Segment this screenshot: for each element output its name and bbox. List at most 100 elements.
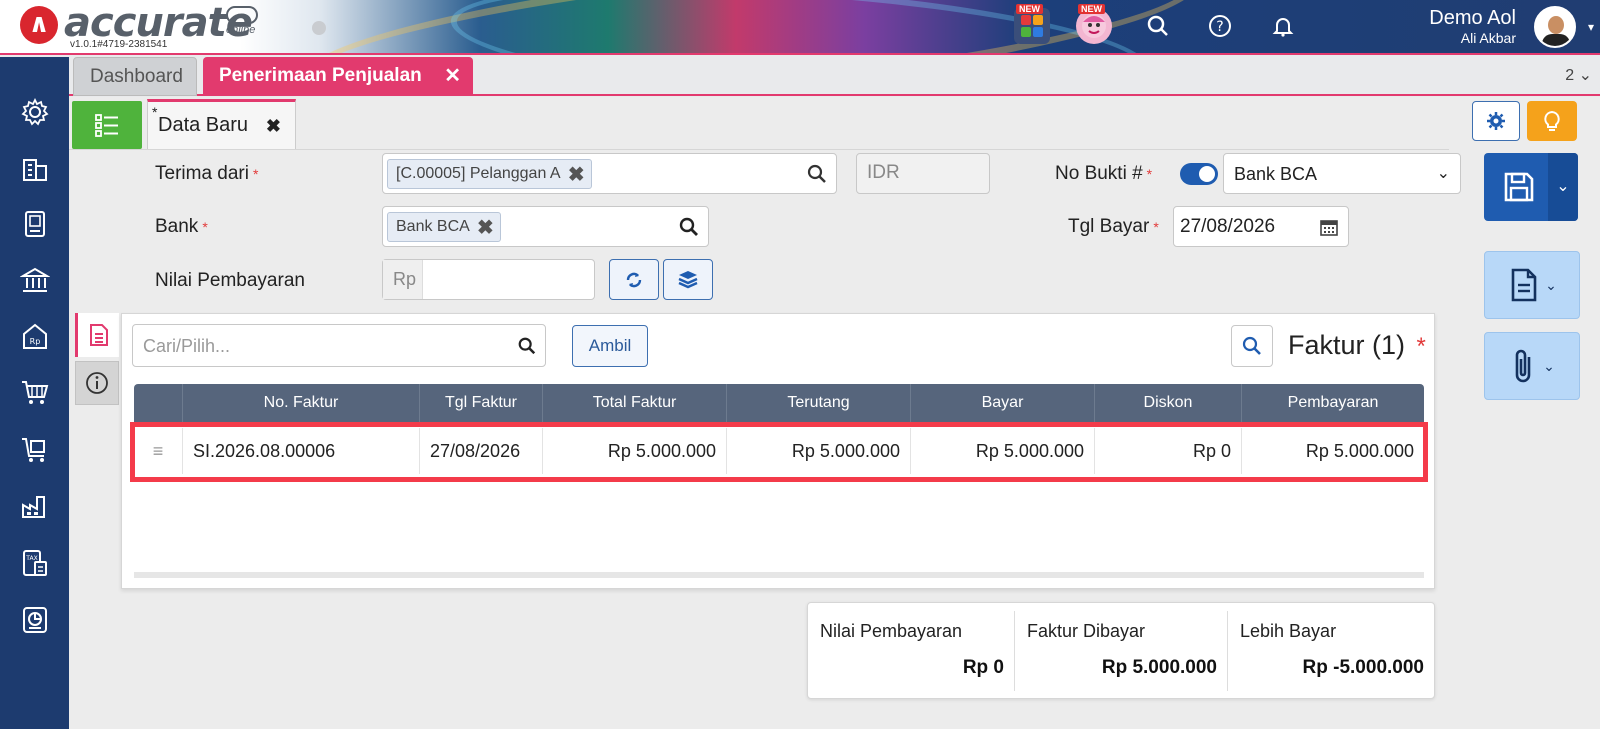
payment-summary: Nilai Pembayaran Rp 0 Faktur Dibayar Rp …	[807, 602, 1435, 699]
refresh-icon	[626, 272, 642, 287]
summary-faktur: Faktur Dibayar Rp 5.000.000	[1015, 611, 1228, 691]
info-tab[interactable]	[75, 361, 119, 405]
logo-sub: online	[226, 24, 256, 36]
column-header[interactable]: Bayar	[911, 384, 1095, 422]
nilai-pembayaran-label: Nilai Pembayaran	[155, 270, 305, 291]
customer-field[interactable]: [C.00005] Pelanggan A ✖	[382, 153, 837, 194]
column-header[interactable]: Tgl Faktur	[420, 384, 543, 422]
column-header[interactable]: Pembayaran	[1242, 384, 1424, 422]
attachment-button[interactable]: ⌄	[1484, 332, 1580, 400]
terima-dari-label: Terima dari *	[155, 163, 259, 184]
summary-nilai: Nilai Pembayaran Rp 0	[808, 611, 1015, 691]
refresh-button[interactable]	[609, 259, 659, 300]
subtab-label: Data Baru	[158, 114, 249, 136]
new-badge: NEW	[1016, 4, 1043, 14]
list-view-button[interactable]	[72, 101, 142, 149]
column-header[interactable]: Total Faktur	[543, 384, 727, 422]
customer-value: [C.00005] Pelanggan A	[396, 165, 561, 182]
inventory-cart-icon[interactable]	[18, 432, 52, 466]
chevron-down-icon: ⌄	[1545, 276, 1557, 293]
search-icon[interactable]	[517, 336, 537, 356]
subtab-data-baru[interactable]: * Data Baru ✖	[147, 99, 296, 149]
bank-value: Bank BCA	[396, 218, 470, 235]
mascot-icon[interactable]: NEW	[1076, 4, 1112, 44]
nilai-pembayaran-field[interactable]: Rp	[382, 259, 595, 300]
ambil-button[interactable]: Ambil	[572, 325, 648, 367]
column-header[interactable]: No. Faktur	[183, 384, 420, 422]
factory-icon[interactable]	[18, 489, 52, 523]
tgl-bayar-field[interactable]: 27/08/2026	[1173, 206, 1349, 247]
bell-icon[interactable]	[1265, 8, 1301, 44]
avatar[interactable]	[1534, 6, 1576, 48]
bank-chip: Bank BCA ✖	[387, 212, 501, 242]
document-list-icon	[89, 324, 108, 346]
lightbulb-icon	[1544, 110, 1560, 131]
column-header[interactable]: Terutang	[727, 384, 911, 422]
remove-chip-icon[interactable]: ✖	[477, 215, 494, 240]
layers-button[interactable]	[663, 259, 713, 300]
sidebar: Rp TAX	[0, 57, 69, 729]
search-icon[interactable]	[1140, 8, 1176, 44]
bank-field[interactable]: Bank BCA ✖	[382, 206, 709, 247]
summary-faktur-label: Faktur Dibayar	[1027, 621, 1146, 641]
purchase-cart-icon[interactable]	[18, 375, 52, 409]
tax-icon[interactable]: TAX	[18, 546, 52, 580]
close-icon[interactable]: ✕	[444, 57, 461, 95]
faktur-panel: Cari/Pilih... Ambil Faktur (1) * No. Fak…	[121, 313, 1435, 589]
status-dot	[312, 21, 326, 35]
auto-number-toggle[interactable]	[1180, 163, 1218, 185]
remove-chip-icon[interactable]: ✖	[568, 162, 585, 187]
column-header[interactable]: Diskon	[1095, 384, 1242, 422]
tab-penerimaan-penjualan[interactable]: Penerimaan Penjualan ✕	[203, 57, 473, 96]
no-bukti-select[interactable]: Bank BCA ⌄	[1223, 153, 1461, 194]
save-button[interactable]: ⌄	[1484, 153, 1578, 221]
faktur-search-button[interactable]	[1231, 325, 1273, 367]
row-highlight	[130, 422, 1428, 482]
report-icon[interactable]	[18, 603, 52, 637]
close-icon[interactable]: ✖	[266, 116, 281, 137]
search-icon[interactable]	[806, 163, 828, 185]
save-icon	[1504, 172, 1534, 202]
chevron-down-icon[interactable]: ▾	[1588, 20, 1594, 34]
company-icon[interactable]	[18, 152, 52, 186]
customer-chip: [C.00005] Pelanggan A ✖	[387, 159, 592, 189]
top-bar: ∧ accurate online v1.0.1#4719-2381541 NE…	[0, 0, 1600, 55]
user-name[interactable]: Demo Aol	[1429, 7, 1516, 30]
summary-lebih-value: Rp -5.000.000	[1302, 657, 1424, 678]
settings-button[interactable]	[1472, 101, 1520, 141]
tab-count: 2	[1565, 67, 1575, 84]
tab-count-dropdown[interactable]: 2 ⌄	[1565, 65, 1592, 85]
gear-icon	[1487, 112, 1505, 130]
calendar-icon[interactable]	[1320, 218, 1338, 236]
version-text: v1.0.1#4719-2381541	[70, 39, 168, 50]
svg-text:TAX: TAX	[25, 555, 37, 562]
table-header: No. Faktur Tgl Faktur Total Faktur Terut…	[134, 384, 1424, 422]
apps-grid-icon[interactable]: NEW	[1014, 4, 1050, 44]
rp-prefix: Rp	[383, 260, 423, 299]
tab-dashboard[interactable]: Dashboard	[73, 57, 197, 96]
help-icon[interactable]: ?	[1202, 8, 1238, 44]
main-content: * Data Baru ✖ Terima dari * [C.00005] Pel…	[69, 97, 1600, 729]
document-menu-button[interactable]: ⌄	[1484, 251, 1580, 319]
accurate-logo-icon[interactable]: ∧	[20, 6, 58, 44]
settings-icon[interactable]	[18, 95, 52, 129]
bank-label: Bank *	[155, 216, 208, 237]
drag-column-header	[134, 384, 183, 422]
summary-faktur-value: Rp 5.000.000	[1101, 657, 1217, 678]
search-icon[interactable]	[678, 216, 700, 238]
search-icon	[1242, 336, 1261, 355]
faktur-title: Faktur (1) *	[1288, 330, 1426, 360]
horizontal-scrollbar[interactable]	[134, 572, 1424, 578]
new-badge: NEW	[1078, 4, 1105, 14]
bank-icon[interactable]	[18, 263, 52, 297]
chevron-down-icon[interactable]: ⌄	[1548, 153, 1578, 221]
chevron-down-icon: ⌄	[1578, 67, 1592, 84]
tab-label: Penerimaan Penjualan	[219, 65, 422, 86]
search-input[interactable]: Cari/Pilih...	[132, 324, 546, 367]
detail-tab[interactable]	[75, 313, 119, 357]
tips-button[interactable]	[1527, 101, 1577, 141]
sales-tag-icon[interactable]: Rp	[18, 320, 52, 354]
ledger-icon[interactable]	[18, 207, 52, 241]
chevron-down-icon: ⌄	[1543, 357, 1555, 374]
tgl-bayar-value: 27/08/2026	[1180, 216, 1276, 237]
